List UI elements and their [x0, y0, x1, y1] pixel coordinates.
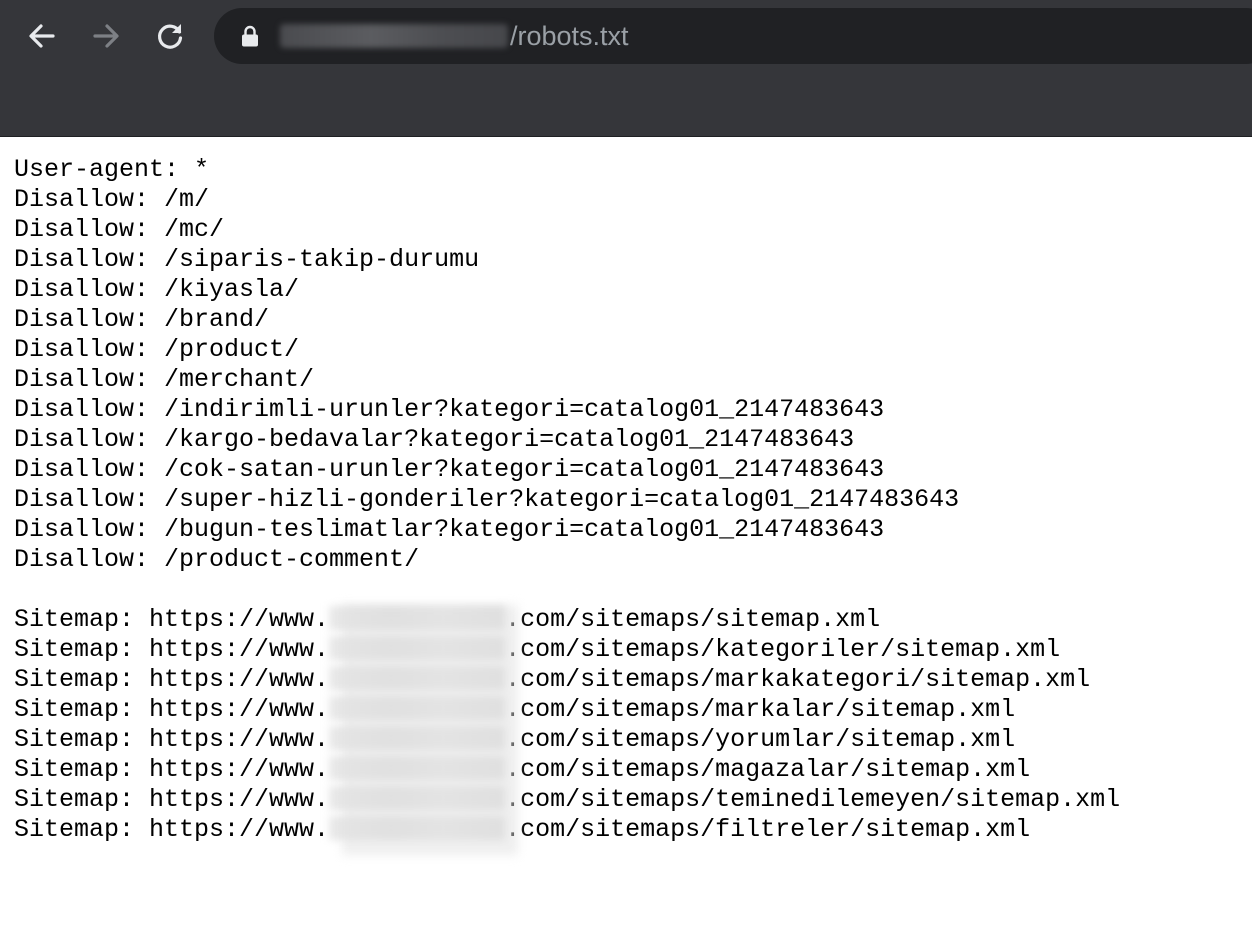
- reload-icon: [158, 24, 183, 49]
- sitemap-prefix: Sitemap: https://www.: [14, 665, 330, 694]
- sitemap-suffix: .com/sitemaps/filtreler/sitemap.xml: [505, 815, 1031, 844]
- disallow-line: Disallow: /product/: [14, 335, 300, 364]
- robots-txt-content: User-agent: * Disallow: /m/ Disallow: /m…: [14, 155, 1120, 845]
- sitemap-line: Sitemap: https://www. .com/sitemaps/marka…: [14, 695, 1120, 725]
- domain-redacted: [329, 636, 506, 660]
- arrow-left-icon: [29, 24, 55, 48]
- domain-redacted: [329, 666, 506, 690]
- sitemap-prefix: Sitemap: https://www.: [14, 695, 330, 724]
- sitemap-line: Sitemap: https://www. .com/sitemaps/marka…: [14, 665, 1120, 695]
- url-path: /robots.txt: [510, 21, 629, 51]
- back-button[interactable]: [20, 14, 64, 58]
- sitemap-suffix: .com/sitemaps/yorumlar/sitemap.xml: [505, 725, 1016, 754]
- sitemap-suffix: .com/sitemaps/markalar/sitemap.xml: [505, 695, 1016, 724]
- domain-redacted: [329, 816, 506, 840]
- disallow-line: Disallow: /siparis-takip-durumu: [14, 245, 480, 274]
- disallow-line: Disallow: /bugun-teslimatlar?kategori=ca…: [14, 515, 885, 544]
- domain-redacted: [329, 726, 506, 750]
- arrow-right-icon: [93, 24, 119, 48]
- sitemap-line: Sitemap: https://www. .com/sitemaps/filtr…: [14, 815, 1120, 845]
- sitemap-prefix: Sitemap: https://www.: [14, 755, 330, 784]
- disallow-line: Disallow: /mc/: [14, 215, 225, 244]
- sitemap-suffix: .com/sitemaps/markakategori/sitemap.xml: [505, 665, 1091, 694]
- sitemap-prefix: Sitemap: https://www.: [14, 635, 330, 664]
- disallow-line: Disallow: /merchant/: [14, 365, 315, 394]
- disallow-line: Disallow: /cok-satan-urunler?kategori=ca…: [14, 455, 885, 484]
- sitemap-prefix: Sitemap: https://www.: [14, 815, 330, 844]
- domain-redacted: [329, 786, 506, 810]
- disallow-line: Disallow: /m/: [14, 185, 210, 214]
- sitemap-prefix: Sitemap: https://www.: [14, 725, 330, 754]
- reload-button[interactable]: [148, 14, 192, 58]
- sitemap-line: Sitemap: https://www. .com/sitemaps/kateg…: [14, 635, 1120, 665]
- disallow-line: Disallow: /kiyasla/: [14, 275, 300, 304]
- sitemap-suffix: .com/sitemaps/teminedilemeyen/sitemap.xm…: [505, 785, 1121, 814]
- disallow-line: Disallow: /brand/: [14, 305, 270, 334]
- sitemap-line: Sitemap: https://www. .com/sitemaps/yorum…: [14, 725, 1120, 755]
- lock-icon[interactable]: [240, 25, 260, 47]
- forward-button[interactable]: [84, 14, 128, 58]
- sitemap-prefix: Sitemap: https://www.: [14, 605, 330, 634]
- address-bar[interactable]: /robots.txt: [214, 8, 1252, 64]
- sitemap-prefix: Sitemap: https://www.: [14, 785, 330, 814]
- disallow-line: Disallow: /kargo-bedavalar?kategori=cata…: [14, 425, 855, 454]
- sitemap-line: Sitemap: https://www. .com/sitemaps/sitem…: [14, 605, 1120, 635]
- browser-toolbar: /robots.txt: [0, 0, 1252, 137]
- disallow-line: Disallow: /super-hizli-gonderiler?katego…: [14, 485, 960, 514]
- domain-redacted: [329, 606, 506, 630]
- sitemap-line: Sitemap: https://www. .com/sitemaps/magaz…: [14, 755, 1120, 785]
- domain-redacted: [329, 756, 506, 780]
- disallow-line: Disallow: /indirimli-urunler?kategori=ca…: [14, 395, 885, 424]
- user-agent-line: User-agent: *: [14, 155, 210, 184]
- url-host-redacted: [280, 24, 508, 48]
- sitemap-line: Sitemap: https://www. .com/sitemaps/temin…: [14, 785, 1120, 815]
- sitemap-suffix: .com/sitemaps/kategoriler/sitemap.xml: [505, 635, 1061, 664]
- disallow-line: Disallow: /product-comment/: [14, 545, 420, 574]
- domain-redacted: [329, 696, 506, 720]
- sitemap-suffix: .com/sitemaps/magazalar/sitemap.xml: [505, 755, 1031, 784]
- sitemap-suffix: .com/sitemaps/sitemap.xml: [505, 605, 881, 634]
